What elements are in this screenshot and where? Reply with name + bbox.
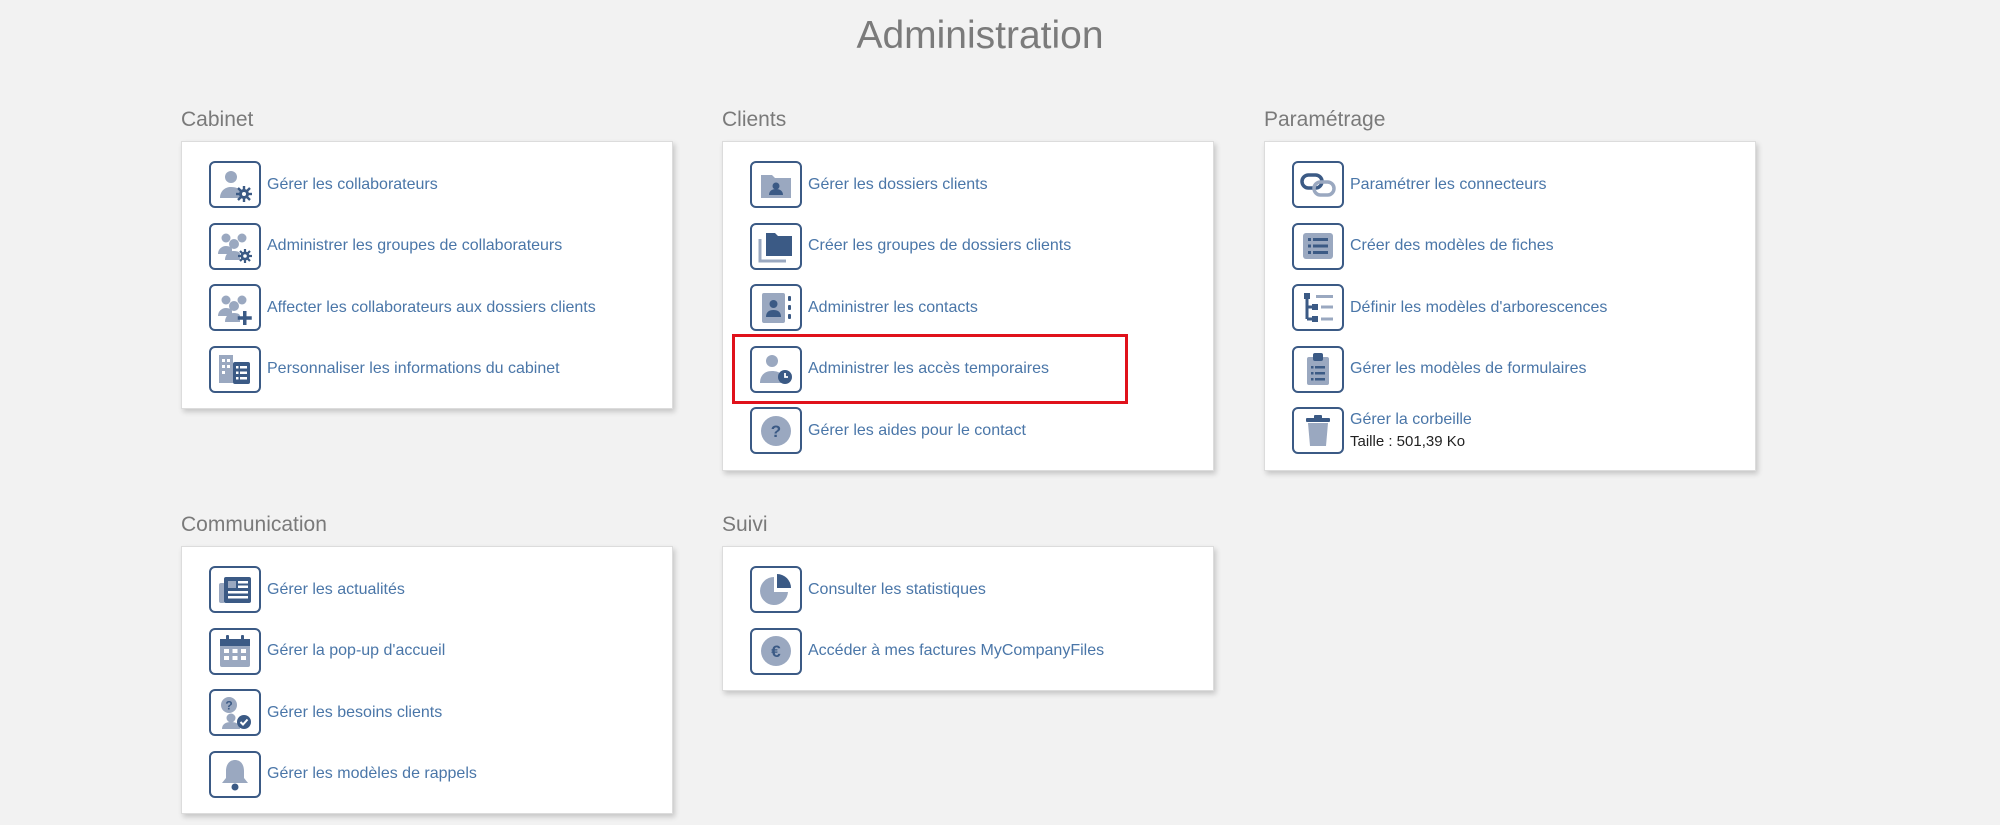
item-label[interactable]: Consulter les statistiques	[808, 581, 986, 599]
newspaper-icon	[209, 566, 261, 614]
item-dossiers-clients[interactable]: Gérer les dossiers clients	[750, 154, 1213, 216]
card-suivi: Consulter les statistiques € Accéder à m…	[722, 546, 1214, 691]
bell-icon	[209, 750, 261, 798]
item-connecteurs[interactable]: Paramétrer les connecteurs	[1292, 154, 1755, 216]
pie-chart-icon	[750, 566, 802, 614]
calendar-icon	[209, 627, 261, 675]
item-label[interactable]: Administrer les accès temporaires	[808, 360, 1049, 378]
card-parametrage: Paramétrer les connecteurs Créer des mod…	[1264, 141, 1756, 471]
item-personnaliser-cabinet[interactable]: Personnaliser les informations du cabine…	[209, 339, 672, 401]
item-label[interactable]: Gérer la corbeille	[1350, 411, 1472, 429]
item-statistiques[interactable]: Consulter les statistiques	[750, 559, 1213, 621]
section-parametrage: Paramétrage Paramétrer les connecteurs C…	[1264, 107, 1756, 471]
user-clock-icon	[750, 345, 802, 393]
item-label[interactable]: Gérer les modèles de formulaires	[1350, 360, 1587, 378]
svg-text:?: ?	[771, 422, 781, 441]
section-suivi: Suivi Consulter les statistiques € Accéd…	[722, 512, 1214, 691]
item-besoins-clients[interactable]: ? Gérer les besoins clients	[209, 682, 672, 744]
item-label[interactable]: Administrer les groupes de collaborateur…	[267, 237, 562, 255]
question-circle-icon: ?	[750, 407, 802, 455]
list-card-icon	[1292, 222, 1344, 270]
item-label[interactable]: Personnaliser les informations du cabine…	[267, 360, 560, 378]
trash-size-text: Taille : 501,39 Ko	[1350, 433, 1466, 451]
item-label[interactable]: Gérer les aides pour le contact	[808, 422, 1026, 440]
item-groupes-dossiers[interactable]: Créer les groupes de dossiers clients	[750, 216, 1213, 278]
users-gear-icon	[209, 222, 261, 270]
tree-list-icon	[1292, 284, 1344, 332]
item-label[interactable]: Créer des modèles de fiches	[1350, 237, 1554, 255]
link-icon	[1292, 161, 1344, 209]
card-cabinet: Gérer les collaborateurs Administrer les…	[181, 141, 673, 409]
section-cabinet: Cabinet Gérer les collaborateurs Adminis…	[181, 107, 673, 409]
item-label[interactable]: Gérer les dossiers clients	[808, 176, 988, 194]
section-title-cabinet: Cabinet	[181, 108, 254, 131]
page-title: Administration	[856, 14, 1104, 57]
item-acces-temporaires[interactable]: Administrer les accès temporaires	[750, 339, 1213, 401]
item-label[interactable]: Définir les modèles d'arborescences	[1350, 299, 1607, 317]
clipboard-icon	[1292, 345, 1344, 393]
item-label[interactable]: Accéder à mes factures MyCompanyFiles	[808, 642, 1104, 660]
item-aides-contact[interactable]: ? Gérer les aides pour le contact	[750, 400, 1213, 462]
item-affecter-collaborateurs[interactable]: Affecter les collaborateurs aux dossiers…	[209, 277, 672, 339]
item-modeles-arborescences[interactable]: Définir les modèles d'arborescences	[1292, 277, 1755, 339]
item-modeles-rappels[interactable]: Gérer les modèles de rappels	[209, 744, 672, 806]
section-title-clients: Clients	[722, 108, 787, 131]
card-clients: Gérer les dossiers clients Créer les gro…	[722, 141, 1214, 471]
item-label[interactable]: Gérer les besoins clients	[267, 704, 442, 722]
item-label[interactable]: Paramétrer les connecteurs	[1350, 176, 1547, 194]
section-communication: Communication Gérer les actualités Gérer…	[181, 512, 673, 814]
svg-text:?: ?	[225, 698, 232, 712]
item-groupes-collaborateurs[interactable]: Administrer les groupes de collaborateur…	[209, 216, 672, 278]
item-modeles-fiches[interactable]: Créer des modèles de fiches	[1292, 216, 1755, 278]
user-question-icon: ?	[209, 689, 261, 737]
folder-user-icon	[750, 161, 802, 209]
svg-text:€: €	[771, 642, 781, 661]
users-plus-icon	[209, 284, 261, 332]
item-label[interactable]: Administrer les contacts	[808, 299, 978, 317]
trash-icon	[1292, 407, 1344, 455]
euro-circle-icon: €	[750, 627, 802, 675]
item-label[interactable]: Gérer les collaborateurs	[267, 176, 438, 194]
section-title-suivi: Suivi	[722, 513, 768, 536]
item-popup-accueil[interactable]: Gérer la pop-up d'accueil	[209, 621, 672, 683]
item-modeles-formulaires[interactable]: Gérer les modèles de formulaires	[1292, 339, 1755, 401]
section-title-parametrage: Paramétrage	[1264, 108, 1386, 131]
item-contacts[interactable]: Administrer les contacts	[750, 277, 1213, 339]
item-factures[interactable]: € Accéder à mes factures MyCompanyFiles	[750, 621, 1213, 683]
card-communication: Gérer les actualités Gérer la pop-up d'a…	[181, 546, 673, 814]
user-gear-icon	[209, 161, 261, 209]
item-label[interactable]: Créer les groupes de dossiers clients	[808, 237, 1071, 255]
item-label[interactable]: Gérer la pop-up d'accueil	[267, 642, 445, 660]
contact-card-icon	[750, 284, 802, 332]
item-actualites[interactable]: Gérer les actualités	[209, 559, 672, 621]
section-clients: Clients Gérer les dossiers clients Créer…	[722, 107, 1214, 471]
folders-icon	[750, 222, 802, 270]
item-label[interactable]: Affecter les collaborateurs aux dossiers…	[267, 299, 596, 317]
section-title-communication: Communication	[181, 513, 327, 536]
item-label[interactable]: Gérer les actualités	[267, 581, 405, 599]
building-list-icon	[209, 345, 261, 393]
item-gerer-collaborateurs[interactable]: Gérer les collaborateurs	[209, 154, 672, 216]
item-corbeille[interactable]: Gérer la corbeille Taille : 501,39 Ko	[1292, 400, 1755, 462]
item-label[interactable]: Gérer les modèles de rappels	[267, 765, 477, 783]
